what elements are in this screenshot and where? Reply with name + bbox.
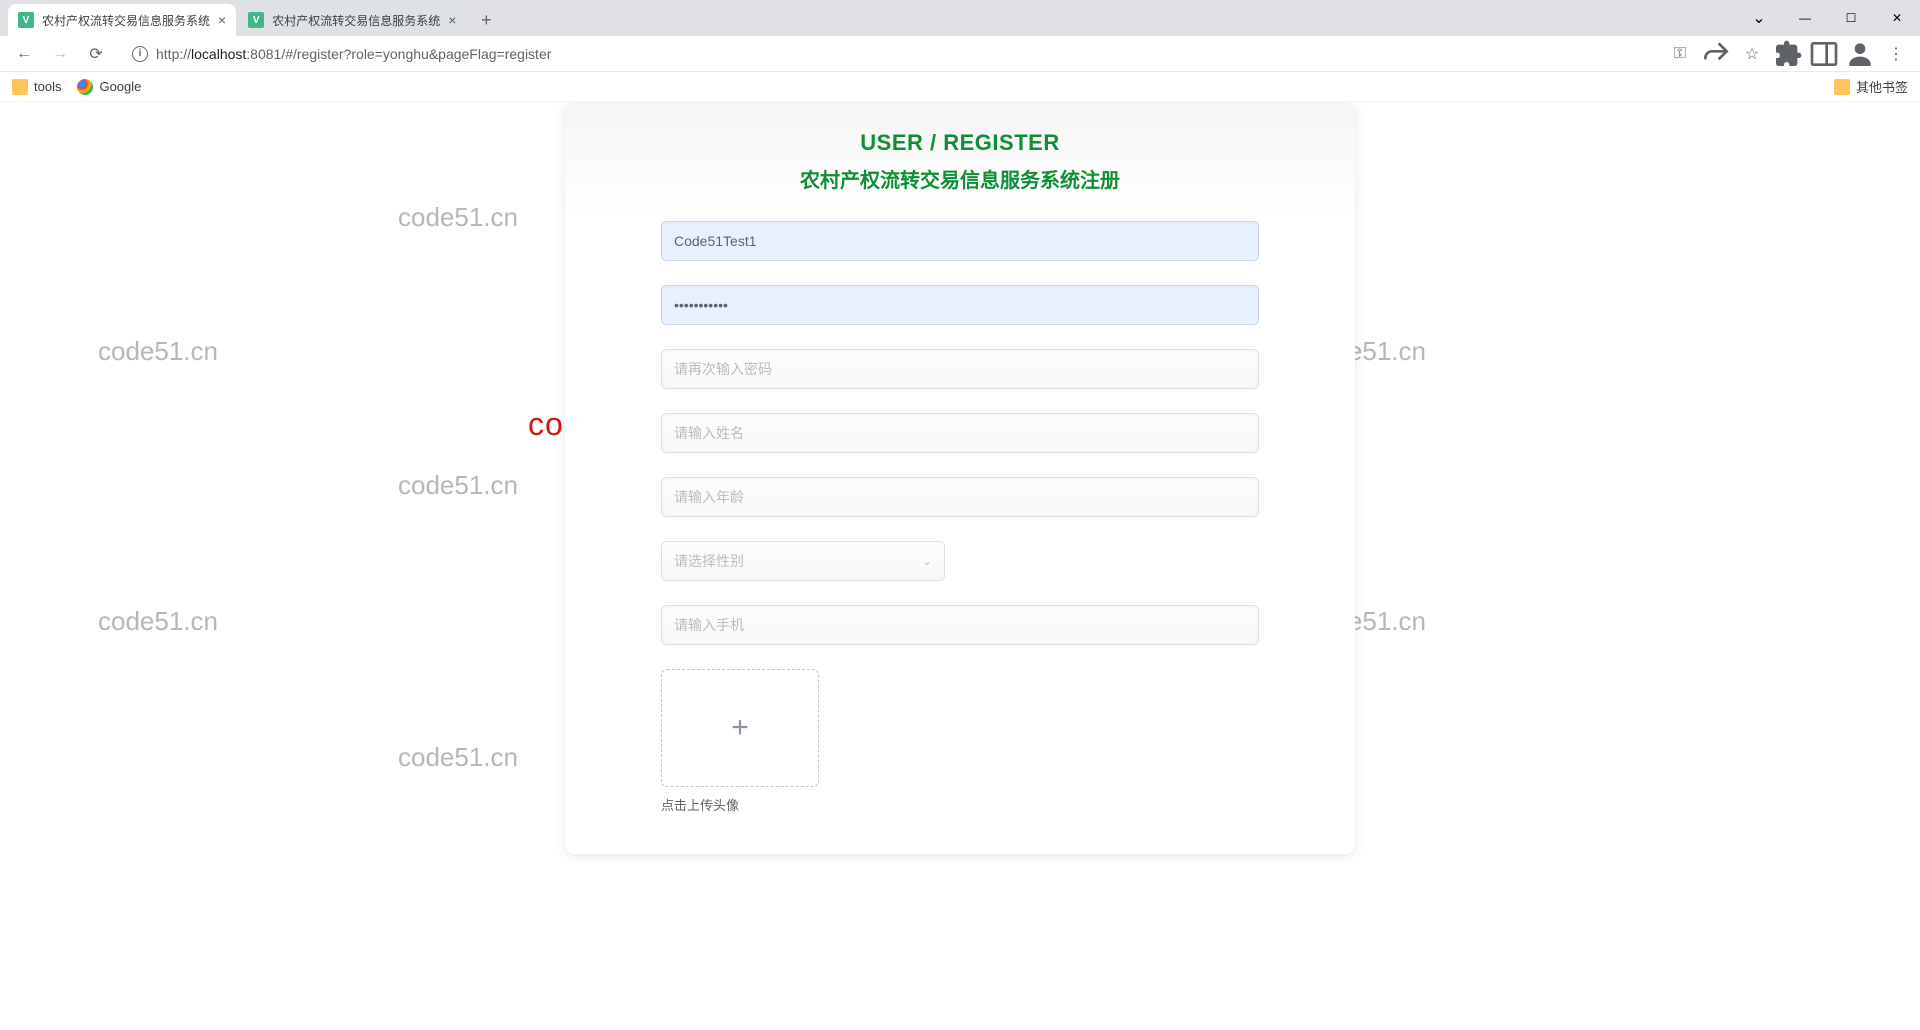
gender-select[interactable]: 请选择性别 ⌄ [661, 541, 945, 581]
maximize-icon[interactable]: ☐ [1828, 2, 1874, 34]
browser-tab-inactive[interactable]: V 农村产权流转交易信息服务系统 × [238, 4, 466, 36]
other-bookmarks[interactable]: 其他书签 [1834, 77, 1908, 96]
watermark: code51.cn [98, 606, 218, 637]
vue-favicon: V [248, 12, 264, 28]
phone-input[interactable] [661, 605, 1259, 645]
close-icon[interactable]: × [218, 12, 226, 28]
share-icon[interactable] [1700, 38, 1732, 70]
tab-title: 农村产权流转交易信息服务系统 [272, 12, 440, 29]
browser-tab-strip: V 农村产权流转交易信息服务系统 × V 农村产权流转交易信息服务系统 × + … [0, 0, 1920, 36]
title-english: USER / REGISTER [565, 130, 1355, 156]
star-icon[interactable]: ☆ [1736, 38, 1768, 70]
address-bar[interactable]: i http://localhost:8081/#/register?role=… [120, 39, 1656, 69]
tab-title: 农村产权流转交易信息服务系统 [42, 12, 210, 29]
profile-avatar-icon[interactable] [1844, 38, 1876, 70]
uploader-label: 点击上传头像 [661, 795, 819, 814]
folder-icon [12, 79, 28, 95]
avatar-upload-group: + 点击上传头像 [661, 669, 819, 814]
folder-icon [1834, 79, 1850, 95]
page-viewport[interactable]: code51.cn code51.cn code51.cn code51.cn … [0, 102, 1920, 1030]
password-input[interactable] [661, 285, 1259, 325]
avatar-uploader[interactable]: + [661, 669, 819, 787]
age-input[interactable] [661, 477, 1259, 517]
reload-button[interactable]: ⟳ [80, 38, 112, 70]
menu-icon[interactable]: ⋮ [1880, 38, 1912, 70]
name-input[interactable] [661, 413, 1259, 453]
url-scheme: http:// [156, 46, 191, 62]
bookmark-tools[interactable]: tools [12, 79, 61, 95]
watermark: code51.cn [398, 202, 518, 233]
chevron-down-icon: ⌄ [922, 554, 932, 568]
tab-search-icon[interactable]: ⌄ [1736, 2, 1782, 34]
site-info-icon[interactable]: i [132, 46, 148, 62]
gender-placeholder: 请选择性别 [674, 551, 744, 571]
extensions-icon[interactable] [1772, 38, 1804, 70]
bookmark-label: Google [99, 79, 141, 94]
bookmark-label: 其他书签 [1856, 77, 1908, 96]
new-tab-button[interactable]: + [472, 6, 500, 34]
url-host: localhost [191, 46, 246, 62]
username-input[interactable] [661, 221, 1259, 261]
browser-toolbar: ← → ⟳ i http://localhost:8081/#/register… [0, 36, 1920, 72]
close-window-icon[interactable]: ✕ [1874, 2, 1920, 34]
forward-button[interactable]: → [44, 38, 76, 70]
title-chinese: 农村产权流转交易信息服务系统注册 [565, 164, 1355, 193]
bookmark-google[interactable]: Google [77, 79, 141, 95]
minimize-icon[interactable]: — [1782, 2, 1828, 34]
vue-favicon: V [18, 12, 34, 28]
watermark: code51.cn [398, 470, 518, 501]
bookmark-label: tools [34, 79, 61, 94]
watermark: code51.cn [98, 336, 218, 367]
side-panel-icon[interactable] [1808, 38, 1840, 70]
url-text: http://localhost:8081/#/register?role=yo… [156, 46, 1644, 62]
window-controls: ⌄ — ☐ ✕ [1736, 0, 1920, 36]
key-icon[interactable]: ⚿ [1664, 38, 1696, 70]
plus-icon: + [731, 711, 749, 745]
confirm-password-input[interactable] [661, 349, 1259, 389]
url-path: :8081/#/register?role=yonghu&pageFlag=re… [246, 46, 551, 62]
back-button[interactable]: ← [8, 38, 40, 70]
bookmarks-bar: tools Google 其他书签 [0, 72, 1920, 102]
card-header: USER / REGISTER 农村产权流转交易信息服务系统注册 [565, 130, 1355, 193]
watermark: code51.cn [398, 742, 518, 773]
register-card: USER / REGISTER 农村产权流转交易信息服务系统注册 请选择性别 ⌄… [565, 102, 1355, 854]
browser-tab-active[interactable]: V 农村产权流转交易信息服务系统 × [8, 4, 236, 36]
close-icon[interactable]: × [448, 12, 456, 28]
google-icon [77, 79, 93, 95]
register-form: 请选择性别 ⌄ + 点击上传头像 [565, 221, 1355, 814]
